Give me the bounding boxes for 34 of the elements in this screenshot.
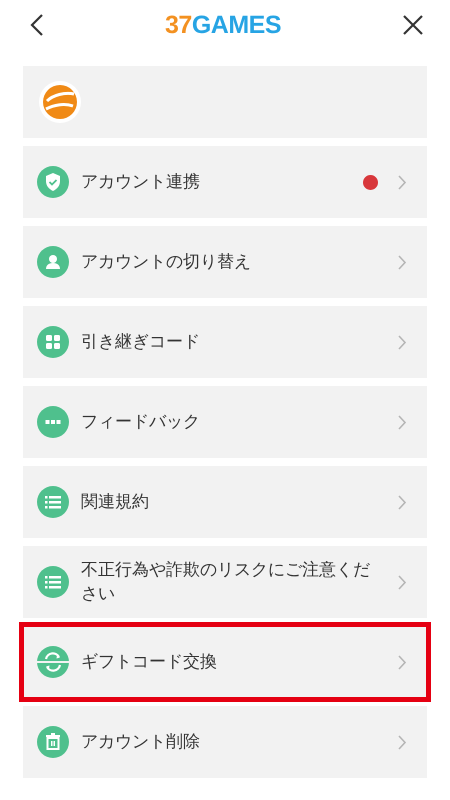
menu-item[interactable]: 関連規約 [23,466,427,538]
menu-label: 不正行為や詐欺のリスクにご注意ください [81,559,371,606]
shield-icon [37,166,69,198]
menu-label: ギフトコード交換 [81,651,218,674]
menu-item[interactable]: アカウント削除 [23,706,427,778]
chevron-icon [398,414,407,430]
chevron-icon [398,654,407,670]
person-icon [37,246,69,278]
list-icon [37,486,69,518]
menu-item[interactable]: 引き継ぎコード [23,306,427,378]
chevron-icon [398,254,407,270]
logo-wordmark: GAMES [192,10,281,40]
menu-item[interactable]: アカウントの切り替え [23,226,427,298]
more-icon [37,406,69,438]
menu-label: アカウントの切り替え [81,251,252,274]
menu-item[interactable]: 不正行為や詐欺のリスクにご注意ください [23,546,427,618]
menu-label: アカウント削除 [81,731,201,754]
menu-label: アカウント連携 [81,171,201,194]
menu-label: 引き継ぎコード [81,331,201,354]
logo-number: 37 [165,10,192,40]
menu-item[interactable]: フィードバック [23,386,427,458]
chevron-icon [398,494,407,510]
trash-icon [37,726,69,758]
grid-icon [37,326,69,358]
chevron-icon [398,574,407,590]
menu-item[interactable]: アカウント連携 [23,146,427,218]
menu-label: フィードバック [81,411,201,434]
chevron-icon [398,734,407,750]
chevron-icon [398,334,407,350]
chevron-icon [398,174,407,190]
exchange-icon [37,646,69,678]
list-icon [37,566,69,598]
menu-label: 関連規約 [81,491,150,514]
menu-item[interactable]: ギフトコード交換 [23,626,427,698]
